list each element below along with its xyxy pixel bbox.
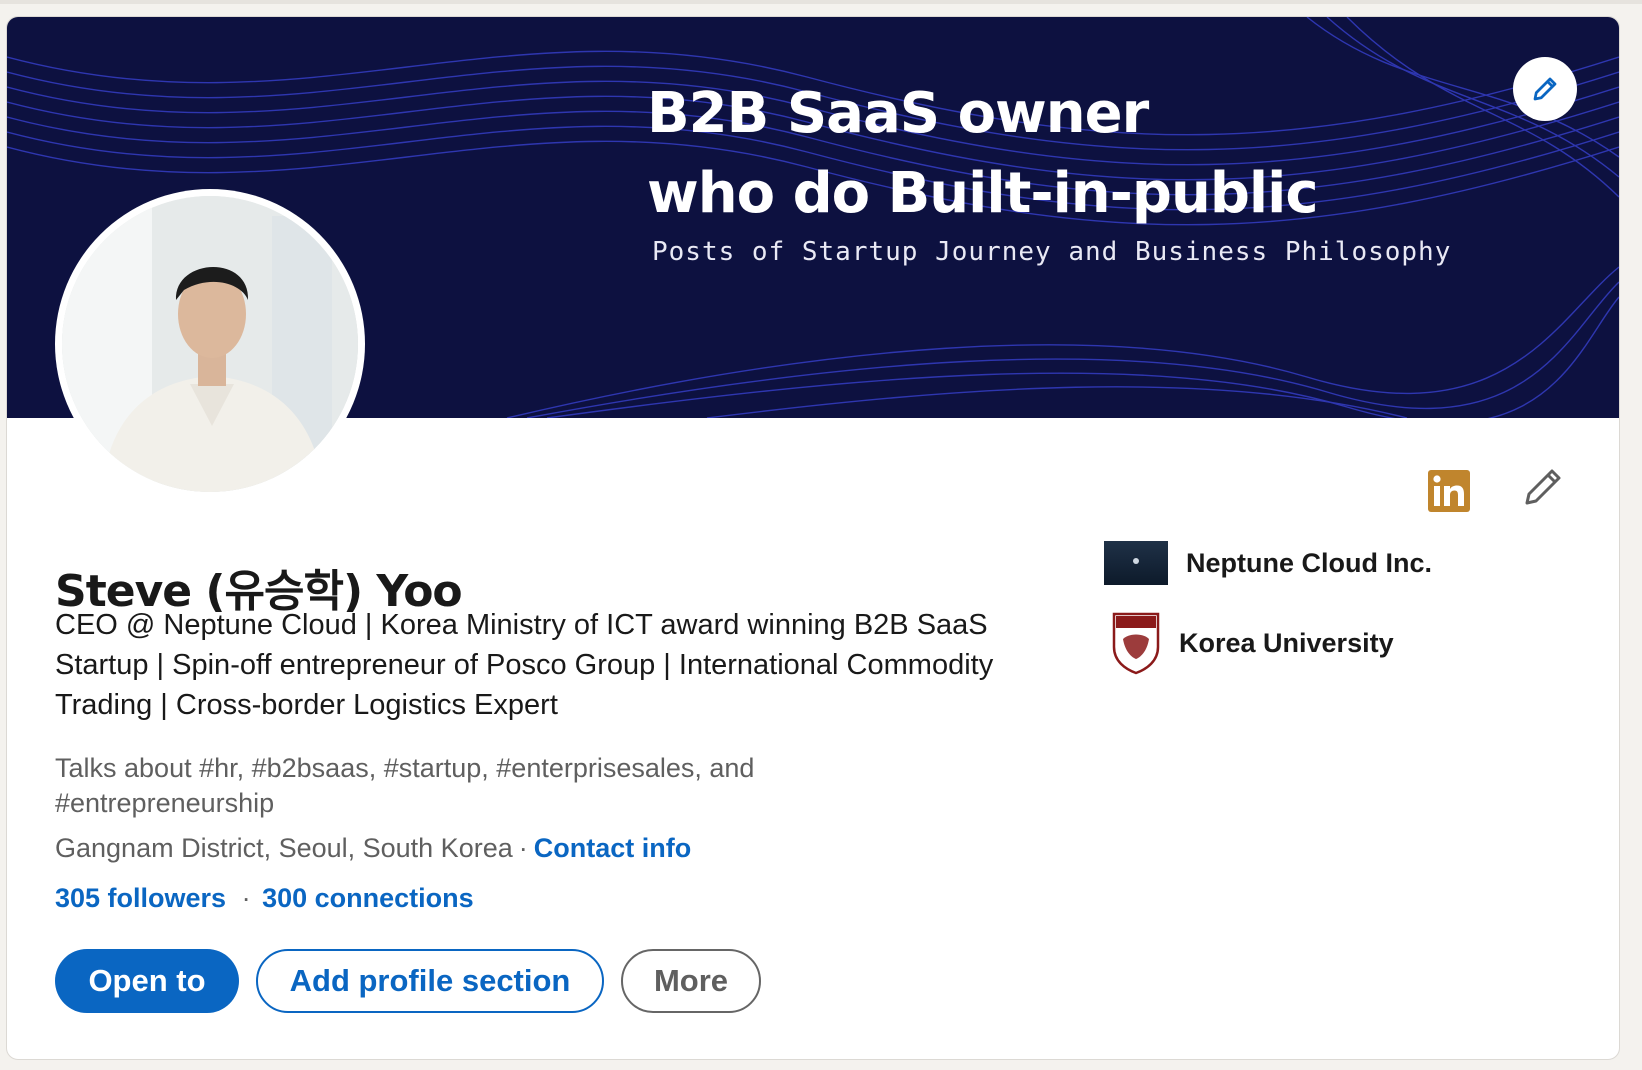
top-divider — [0, 0, 1642, 4]
open-to-button[interactable]: Open to — [55, 949, 239, 1013]
more-button[interactable]: More — [621, 949, 761, 1013]
profile-photo[interactable] — [55, 189, 365, 499]
org-korea-university[interactable]: Korea University — [1111, 611, 1394, 675]
connections-link[interactable]: 300 connections — [262, 883, 474, 913]
linkedin-icon[interactable] — [1428, 470, 1470, 512]
location-separator: · — [518, 833, 528, 863]
network-separator: · — [241, 883, 251, 913]
contact-info-link[interactable]: Contact info — [534, 833, 691, 863]
banner-subtitle: Posts of Startup Journey and Business Ph… — [652, 237, 1452, 267]
location-row: Gangnam District, Seoul, South Korea · Con… — [55, 833, 691, 864]
org-name: Neptune Cloud Inc. — [1186, 547, 1432, 578]
korea-university-logo — [1112, 612, 1160, 675]
pencil-icon — [1533, 77, 1557, 101]
banner-headline-line1: B2B SaaS owner — [647, 81, 1149, 146]
followers-link[interactable]: 305 followers — [55, 883, 226, 913]
profile-photo-image — [62, 196, 358, 492]
neptune-cloud-logo — [1104, 541, 1168, 585]
talks-about: Talks about #hr, #b2bsaas, #startup, #en… — [55, 753, 755, 818]
network-row: 305 followers · 300 connections — [55, 883, 474, 914]
location-text: Gangnam District, Seoul, South Korea — [55, 833, 513, 863]
org-neptune-cloud[interactable]: Neptune Cloud Inc. — [1104, 541, 1432, 585]
org-name: Korea University — [1179, 627, 1394, 658]
add-profile-section-button[interactable]: Add profile section — [256, 949, 604, 1013]
profile-headline: CEO @ Neptune Cloud | Korea Ministry of … — [55, 609, 994, 721]
banner-headline-line2: who do Built-in-public — [647, 161, 1319, 226]
edit-banner-button[interactable] — [1513, 57, 1577, 121]
profile-card: B2B SaaS owner who do Built-in-public Po… — [6, 16, 1620, 1060]
edit-intro-pencil-icon[interactable] — [1521, 465, 1565, 509]
